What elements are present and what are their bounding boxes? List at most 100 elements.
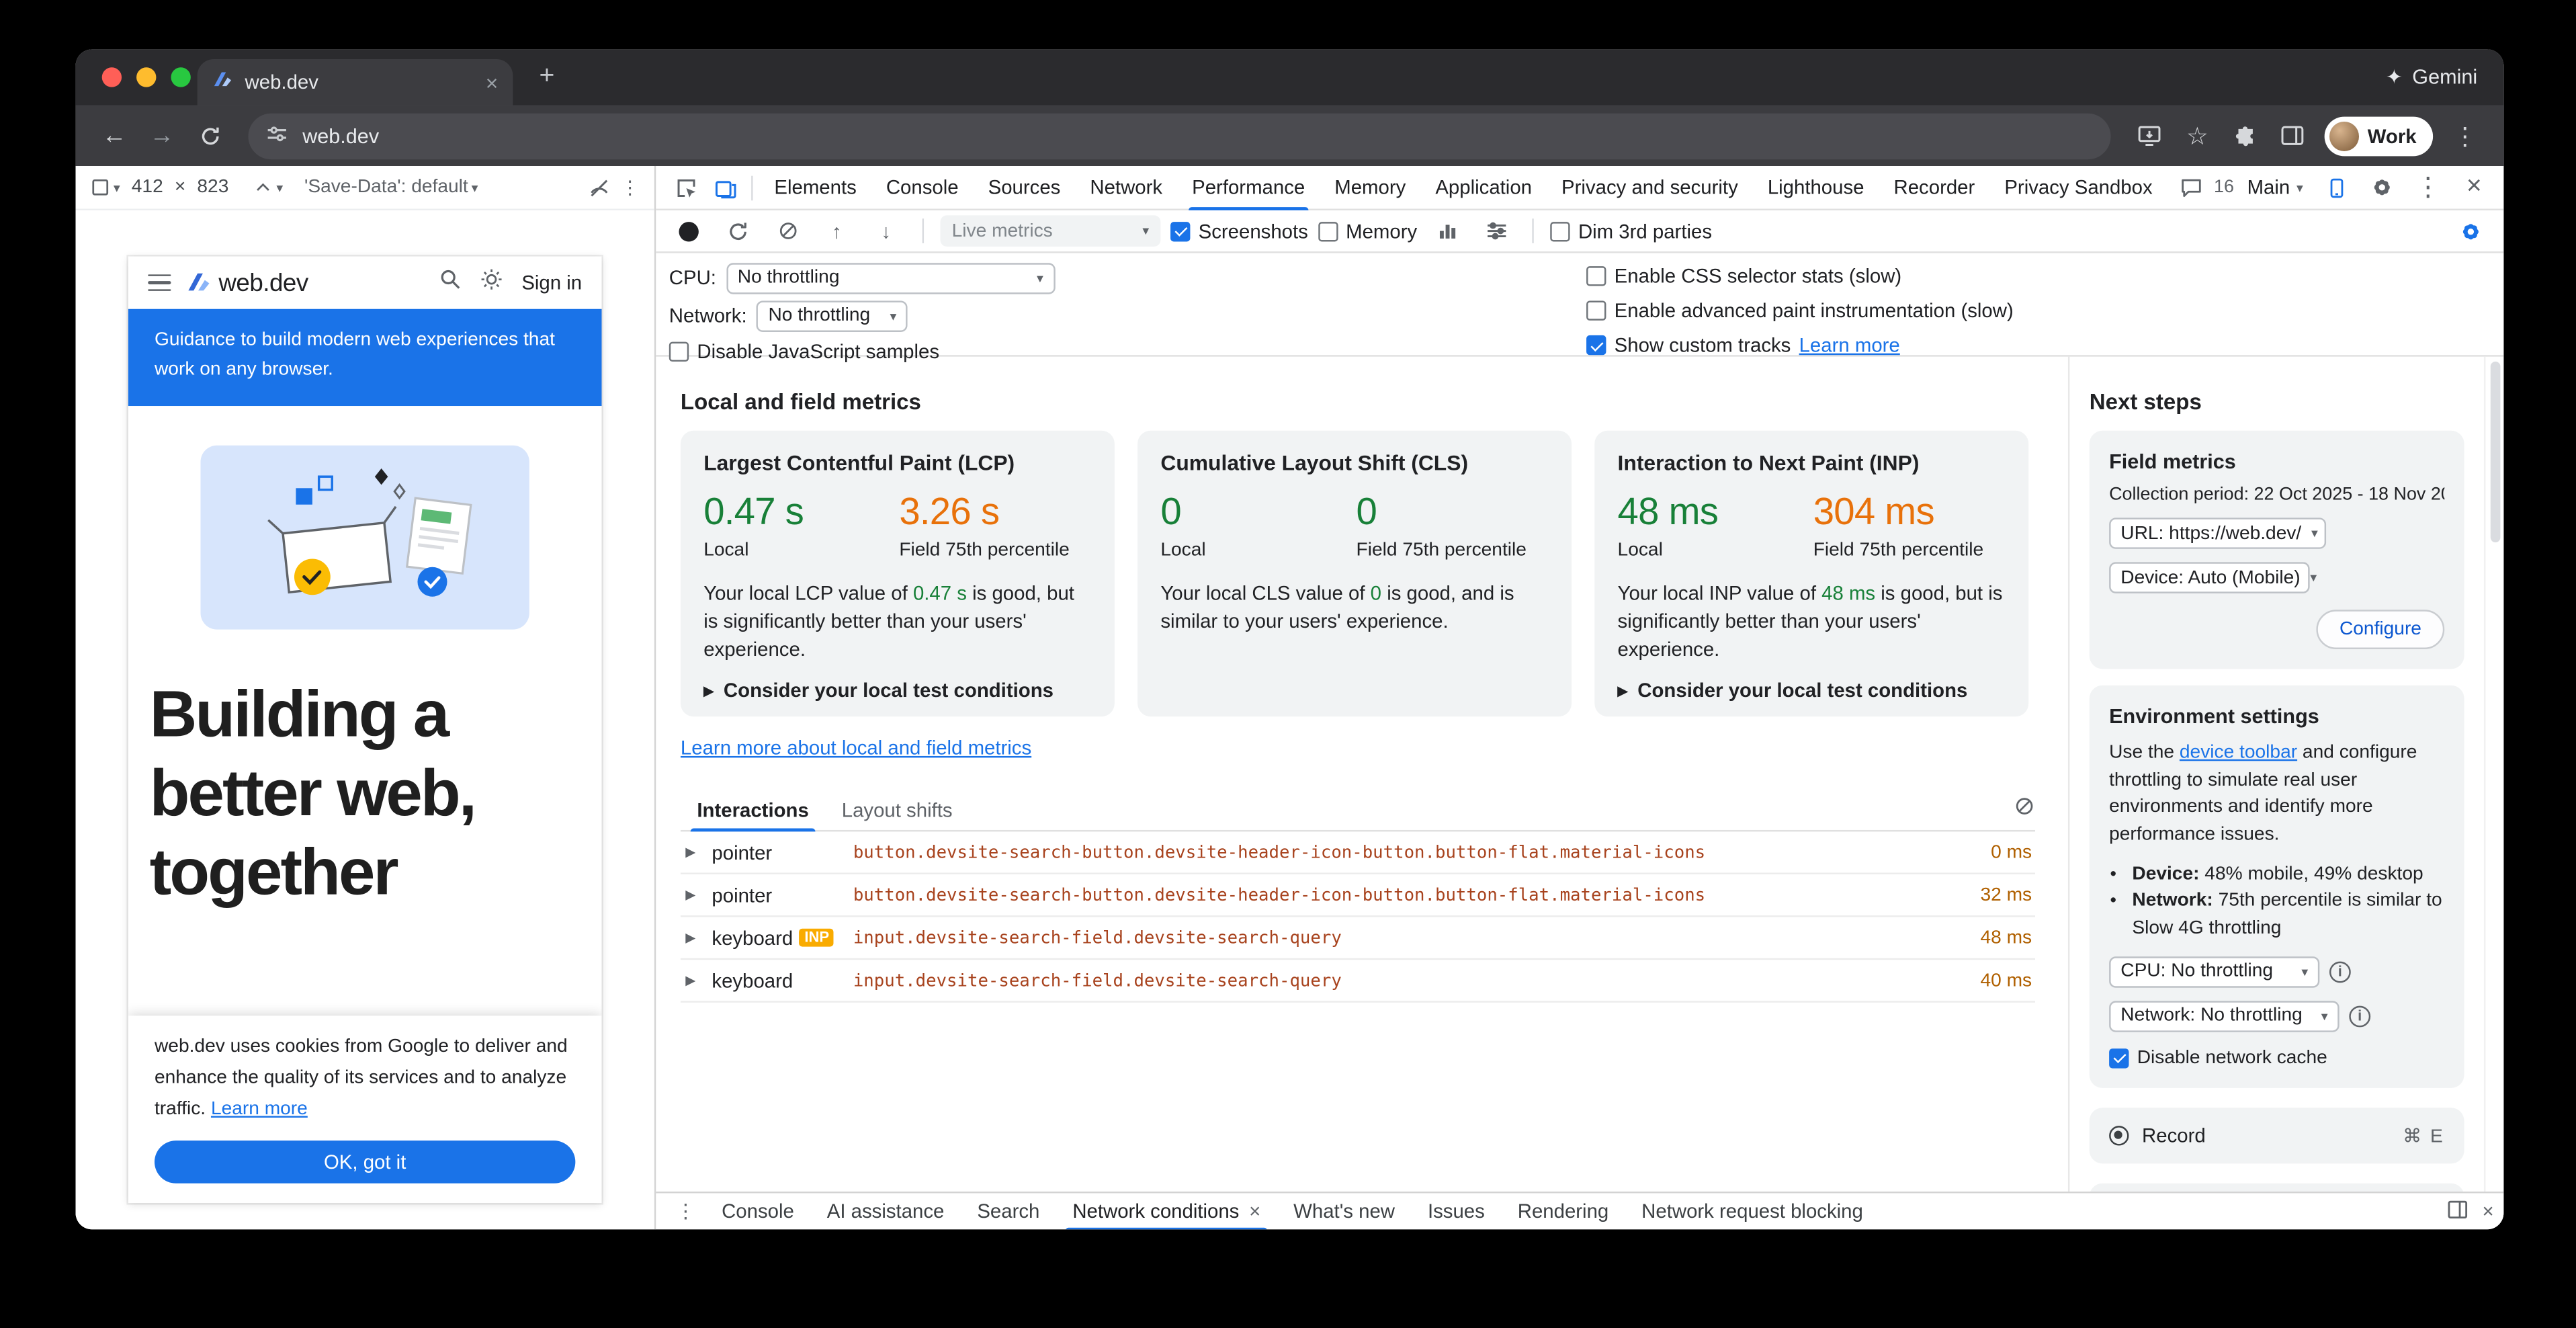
interaction-row[interactable]: ▶ keyboard input.devsite-search-field.de… [681, 960, 2035, 1003]
cookie-ok-button[interactable]: OK, got it [155, 1140, 575, 1184]
side-panel-icon[interactable] [2270, 114, 2315, 158]
theme-toggle-sun-icon[interactable] [480, 267, 503, 298]
row-expand-caret-icon[interactable]: ▶ [685, 930, 701, 945]
devtools-scrollbar[interactable] [2484, 357, 2503, 1192]
inspect-icon[interactable] [666, 167, 705, 207]
screenshots-checkbox[interactable]: Screenshots [1170, 219, 1308, 242]
drawer-close-icon[interactable]: × [2482, 1200, 2493, 1222]
record-icon[interactable] [669, 211, 709, 251]
tab-performance[interactable]: Performance [1177, 165, 1320, 210]
drawer-tab-network-conditions[interactable]: Network conditions× [1056, 1192, 1277, 1229]
back-button[interactable]: ← [92, 114, 136, 158]
site-logo[interactable]: web.dev [185, 269, 308, 297]
sliders-icon[interactable] [1476, 211, 1516, 251]
drawer-tab-console[interactable]: Console [705, 1192, 811, 1229]
inp-test-conditions-expander[interactable]: ▶ Consider your local test conditions [1618, 679, 2006, 702]
tab-sources[interactable]: Sources [974, 165, 1076, 210]
browser-menu-icon[interactable]: ⋮ [2443, 114, 2487, 158]
clear-log-icon[interactable] [2014, 796, 2035, 825]
new-tab-button[interactable]: + [540, 63, 555, 92]
device-toolbar-toggle-icon[interactable] [705, 167, 745, 207]
lcp-test-conditions-expander[interactable]: ▶ Consider your local test conditions [703, 679, 1091, 702]
gemini-chip[interactable]: ✦ Gemini [2386, 49, 2477, 105]
profile-chip[interactable]: Work [2325, 116, 2433, 155]
drawer-more-icon[interactable]: ⋮ [666, 1192, 705, 1229]
record-and-reload-card[interactable]: Record and reload ⌘ ⇧ E [2090, 1183, 2464, 1192]
devtools-settings-gear-icon[interactable] [2362, 167, 2402, 207]
env-cpu-select[interactable]: CPU: No throttling▾ [2109, 956, 2319, 987]
record-card[interactable]: Record ⌘ E [2090, 1108, 2464, 1163]
env-network-select[interactable]: Network: No throttling▾ [2109, 1001, 2339, 1032]
tab-privacy-sandbox[interactable]: Privacy Sandbox [1989, 165, 2167, 210]
tab-network[interactable]: Network [1075, 165, 1177, 210]
tab-application[interactable]: Application [1420, 165, 1547, 210]
sign-in-link[interactable]: Sign in [521, 272, 582, 294]
address-bar[interactable]: web.dev [248, 113, 2111, 159]
tab-elements[interactable]: Elements [759, 165, 871, 210]
configure-button[interactable]: Configure [2317, 610, 2445, 649]
tab-interactions[interactable]: Interactions [681, 790, 825, 831]
search-icon[interactable] [439, 267, 462, 298]
dimensions-dropdown[interactable]: ▾ [91, 177, 120, 197]
save-data-dropdown[interactable]: 'Save-Data': default ▾ [304, 177, 478, 197]
tab-memory[interactable]: Memory [1320, 165, 1420, 210]
disable-network-cache-checkbox[interactable]: Disable network cache [2109, 1048, 2444, 1068]
devtools-close-icon[interactable]: × [2454, 167, 2494, 207]
dock-panel-icon[interactable] [2446, 1198, 2469, 1226]
metrics-learn-more-link[interactable]: Learn more about local and field metrics [681, 737, 1031, 759]
drawer-tab-issues[interactable]: Issues [1411, 1192, 1501, 1229]
dim-3rd-parties-checkbox[interactable]: Dim 3rd parties [1550, 219, 1712, 242]
tab-privacy-security[interactable]: Privacy and security [1547, 165, 1753, 210]
clear-icon[interactable] [768, 211, 808, 251]
context-selector[interactable]: Main▾ [2241, 176, 2310, 199]
drawer-tab-close-icon[interactable]: × [1249, 1200, 1260, 1222]
tab-close-icon[interactable]: × [486, 71, 499, 93]
throttling-icon[interactable] [588, 177, 609, 198]
maximize-window-button[interactable] [171, 67, 190, 87]
network-info-icon[interactable]: i [2349, 1005, 2370, 1027]
interaction-row[interactable]: ▶ pointer button.devsite-search-button.d… [681, 831, 2035, 874]
device-toolbar-link[interactable]: device toolbar [2180, 743, 2297, 762]
device-toolbar-more-icon[interactable]: ⋮ [621, 176, 640, 199]
devtools-more-icon[interactable]: ⋮ [2408, 167, 2448, 207]
cpu-info-icon[interactable]: i [2329, 961, 2351, 983]
extensions-puzzle-icon[interactable] [2223, 114, 2267, 158]
drawer-tab-ai-assistance[interactable]: AI assistance [810, 1192, 961, 1229]
custom-tracks-learn-more-link[interactable]: Learn more [1799, 333, 1900, 356]
install-icon[interactable] [2128, 114, 2172, 158]
load-profile-icon[interactable]: ↑ [817, 211, 857, 251]
tab-layout-shifts[interactable]: Layout shifts [825, 790, 969, 831]
zoom-dropdown[interactable]: ▾ [253, 177, 283, 197]
browser-tab[interactable]: web.dev × [198, 59, 513, 105]
tune-icon[interactable] [266, 122, 288, 149]
close-window-button[interactable] [102, 67, 122, 87]
interaction-row[interactable]: ▶ pointer button.devsite-search-button.d… [681, 874, 2035, 917]
field-url-select[interactable]: URL: https://web.dev/▾ [2109, 517, 2326, 548]
cookie-learn-more-link[interactable]: Learn more [211, 1099, 308, 1119]
drawer-tab-network-request-blocking[interactable]: Network request blocking [1625, 1192, 1880, 1229]
drawer-tab-whats-new[interactable]: What's new [1277, 1192, 1412, 1229]
memory-checkbox[interactable]: Memory [1318, 219, 1418, 242]
css-selector-stats-checkbox[interactable]: Enable CSS selector stats (slow) [1586, 265, 2014, 288]
reload-button[interactable] [187, 114, 232, 158]
row-expand-caret-icon[interactable]: ▶ [685, 888, 701, 903]
row-expand-caret-icon[interactable]: ▶ [685, 973, 701, 988]
device-height-value[interactable]: 823 [197, 177, 228, 197]
show-custom-tracks-checkbox[interactable]: Show custom tracks Learn more [1586, 333, 2014, 356]
cpu-throttling-select[interactable]: No throttling▾ [726, 262, 1055, 293]
paint-instrumentation-checkbox[interactable]: Enable advanced paint instrumentation (s… [1586, 299, 2014, 322]
forward-button[interactable]: → [140, 114, 184, 158]
live-metrics-select[interactable]: Live metrics▾ [941, 215, 1161, 246]
device-width-value[interactable]: 412 [132, 177, 163, 197]
row-expand-caret-icon[interactable]: ▶ [685, 845, 701, 860]
statistics-chart-icon[interactable] [1427, 211, 1467, 251]
tab-recorder[interactable]: Recorder [1879, 165, 1990, 210]
network-throttling-select[interactable]: No throttling▾ [757, 300, 908, 331]
menu-hamburger-icon[interactable] [148, 274, 171, 291]
capture-settings-gear-icon[interactable] [2451, 211, 2491, 251]
tab-lighthouse[interactable]: Lighthouse [1753, 165, 1879, 210]
field-device-select[interactable]: Device: Auto (Mobile)▾ [2109, 562, 2309, 593]
emulation-device-icon[interactable] [2316, 167, 2356, 207]
minimize-window-button[interactable] [136, 67, 156, 87]
save-profile-icon[interactable]: ↓ [866, 211, 906, 251]
